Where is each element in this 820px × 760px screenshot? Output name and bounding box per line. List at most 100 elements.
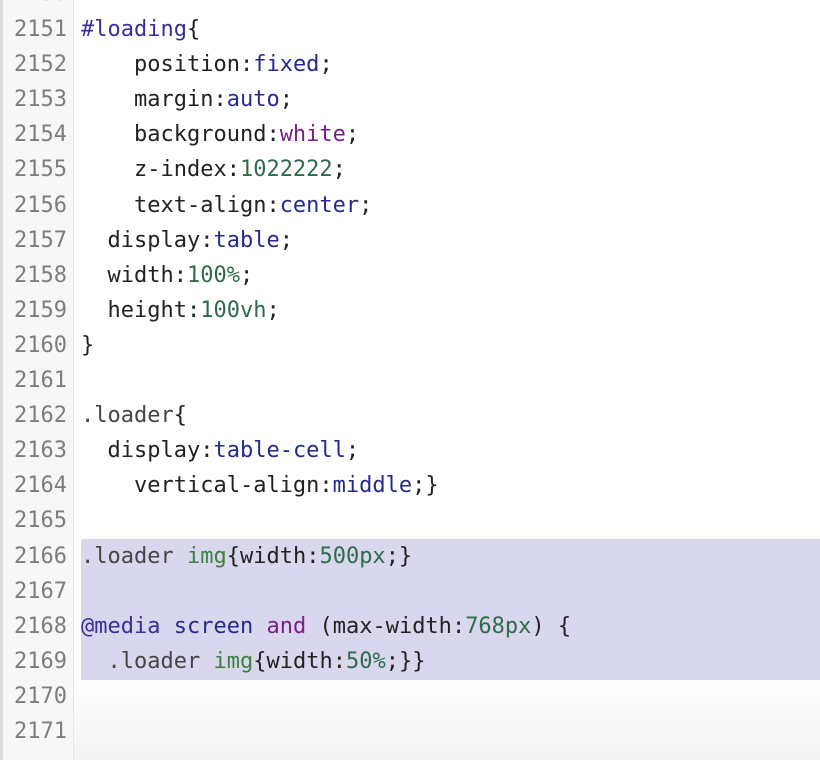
code-token: ; <box>266 297 280 323</box>
code-token: : <box>239 52 254 78</box>
code-text[interactable]: background:white; <box>81 117 359 152</box>
code-token: ; <box>345 122 360 148</box>
code-token: height <box>107 297 187 323</box>
code-token: { <box>173 403 187 429</box>
code-token: display <box>107 227 201 253</box>
code-token: ; <box>239 262 254 288</box>
code-text[interactable]: position:fixed; <box>81 47 333 82</box>
code-token: { <box>253 648 267 674</box>
code-text[interactable]: margin:auto; <box>81 82 293 117</box>
line-number: 2159 <box>14 297 67 323</box>
code-token: img <box>186 543 227 569</box>
code-token: { <box>186 17 201 42</box>
code-token: vertical-align <box>133 473 320 499</box>
code-token: ;}} <box>385 648 426 674</box>
code-token: : <box>266 192 280 218</box>
code-token: ;} <box>385 543 413 569</box>
code-token: ; <box>345 438 360 464</box>
code-text[interactable]: text-align:center; <box>81 188 372 223</box>
code-token: 100vh <box>200 297 267 323</box>
code-token: ; <box>332 157 346 183</box>
code-text[interactable]: .loader{ <box>81 398 187 433</box>
code-text[interactable]: .loader img{width:50%;}} <box>81 644 426 679</box>
code-token: 100% <box>186 262 240 288</box>
code-text[interactable]: display:table-cell; <box>81 433 360 468</box>
code-text[interactable]: .loader img{width:500px;} <box>81 539 412 574</box>
code-token: { <box>226 543 240 569</box>
code-token: position <box>133 52 240 78</box>
code-token: .loader <box>107 648 214 674</box>
code-token: 1022222 <box>239 157 333 183</box>
code-token: ; <box>319 52 333 78</box>
code-token: .loader <box>81 403 174 429</box>
code-token: } <box>81 332 95 358</box>
code-token: ;} <box>412 473 439 499</box>
code-token: max-width <box>332 613 452 639</box>
code-token: : <box>319 473 333 499</box>
code-token: ) { <box>531 613 572 639</box>
code-token: fixed <box>253 52 320 78</box>
code-editor[interactable]: 2150 2151#loading{2152 position:fixed;21… <box>0 0 820 760</box>
code-token: middle <box>332 473 413 499</box>
code-token: table <box>213 227 280 253</box>
code-text[interactable]: width:100%; <box>81 258 254 293</box>
code-token: ( <box>306 613 333 639</box>
code-token: background <box>133 122 267 148</box>
code-text[interactable]: vertical-align:middle;} <box>81 468 439 503</box>
code-token: center <box>279 192 360 218</box>
code-token: : <box>266 122 280 148</box>
line-number: 2167 <box>14 578 67 604</box>
line-number: 2153 <box>14 87 67 113</box>
code-token: text-align <box>133 192 267 218</box>
code-token: : <box>200 227 214 253</box>
code-token: 50% <box>345 648 386 674</box>
code-token: screen <box>173 613 254 639</box>
line-number: 2158 <box>14 262 67 288</box>
code-text[interactable]: } <box>81 328 94 363</box>
line-number: 2171 <box>14 719 67 744</box>
partial-line-number: 2150 <box>14 0 67 6</box>
line-number: 2160 <box>14 332 67 358</box>
code-token: : <box>451 613 466 639</box>
code-token: width <box>239 543 307 569</box>
code-token: .loader <box>81 543 187 569</box>
code-token: : <box>186 297 201 323</box>
code-token: #loading <box>81 17 187 42</box>
code-token: z-index <box>133 157 227 183</box>
line-number: 2161 <box>14 368 67 393</box>
line-number: 2165 <box>14 508 67 534</box>
code-text[interactable]: z-index:1022222; <box>81 152 346 187</box>
editor-bottom-area <box>74 680 820 760</box>
line-number: 2162 <box>14 403 67 429</box>
code-token: 768px <box>465 613 532 639</box>
code-token: 500px <box>319 543 386 569</box>
code-token: @media <box>81 613 161 639</box>
line-number: 2154 <box>14 122 67 148</box>
code-text[interactable]: #loading{ <box>81 12 200 47</box>
code-text[interactable]: height:100vh; <box>81 293 280 328</box>
code-token: width <box>266 648 333 674</box>
code-text[interactable]: @media screen and (max-width:768px) { <box>81 609 571 644</box>
code-token: : <box>306 543 320 569</box>
line-number: 2164 <box>14 473 67 499</box>
line-number: 2168 <box>14 613 67 639</box>
code-token: img <box>213 648 254 674</box>
code-text[interactable]: display:table; <box>81 223 293 258</box>
line-number: 2155 <box>14 157 67 183</box>
code-token: : <box>213 87 227 113</box>
code-token: white <box>279 122 346 148</box>
code-token: display <box>107 438 201 464</box>
line-number: 2152 <box>14 52 67 78</box>
code-token: width <box>107 262 174 288</box>
code-token: table-cell <box>213 438 346 464</box>
